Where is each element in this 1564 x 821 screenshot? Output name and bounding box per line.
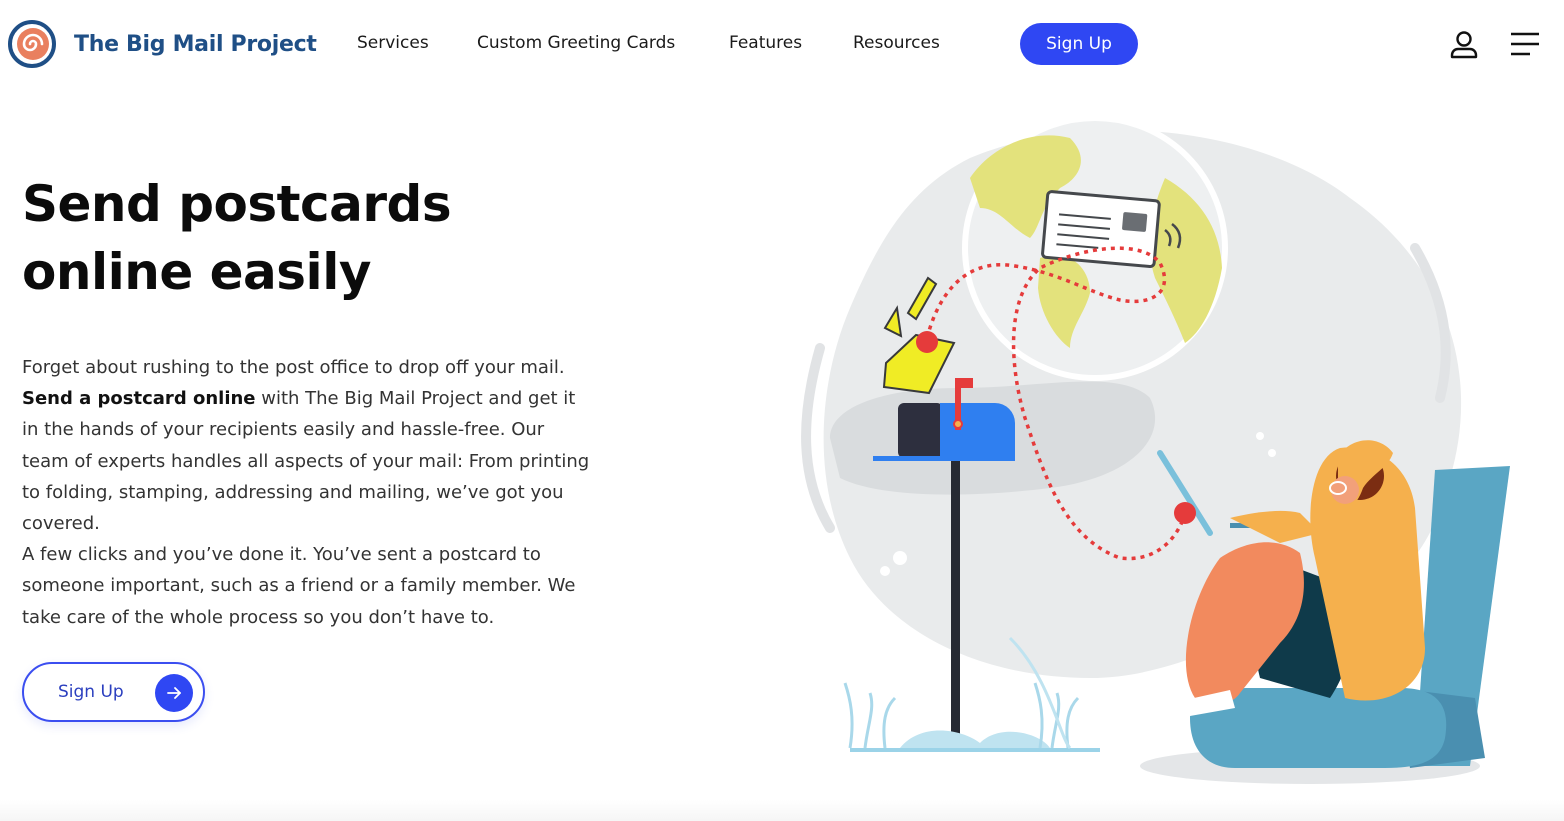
site-header: The Big Mail Project Services Custom Gre… (0, 0, 1564, 90)
hero-signup-label: Sign Up (58, 682, 124, 702)
brand-name: The Big Mail Project (74, 31, 317, 57)
hero-description: Forget about rushing to the post office … (22, 352, 592, 633)
hero-paragraph-2: A few clicks and you’ve done it. You’ve … (22, 544, 576, 628)
spiral-logo-icon (8, 20, 56, 68)
hero-title: Send postcards online easily (22, 170, 542, 306)
hero-paragraph-1-bold: Send a postcard online (22, 388, 256, 410)
nav-resources[interactable]: Resources (853, 33, 940, 53)
section-divider (0, 800, 1564, 821)
nav-features[interactable]: Features (729, 33, 802, 53)
hero-signup-button[interactable]: Sign Up (22, 662, 205, 722)
arrow-right-icon (155, 674, 193, 712)
hero-title-line-1: Send postcards (22, 175, 452, 233)
hero-paragraph-1: Forget about rushing to the post office … (22, 352, 592, 539)
hero-illustration (801, 118, 1510, 784)
nav-custom-greeting-cards[interactable]: Custom Greeting Cards (477, 33, 675, 53)
user-icon[interactable] (1448, 28, 1480, 60)
brand-logo[interactable]: The Big Mail Project (8, 20, 317, 68)
header-signup-button[interactable]: Sign Up (1020, 23, 1138, 65)
postcard-icon (1041, 190, 1161, 269)
hamburger-menu-icon[interactable] (1508, 30, 1542, 58)
hero-title-line-2: online easily (22, 243, 371, 301)
nav-services[interactable]: Services (357, 33, 429, 53)
hero-paragraph-1-start: Forget about rushing to the post office … (22, 357, 565, 378)
hero-paragraph-1-end: with The Big Mail Project and get it in … (22, 388, 590, 535)
